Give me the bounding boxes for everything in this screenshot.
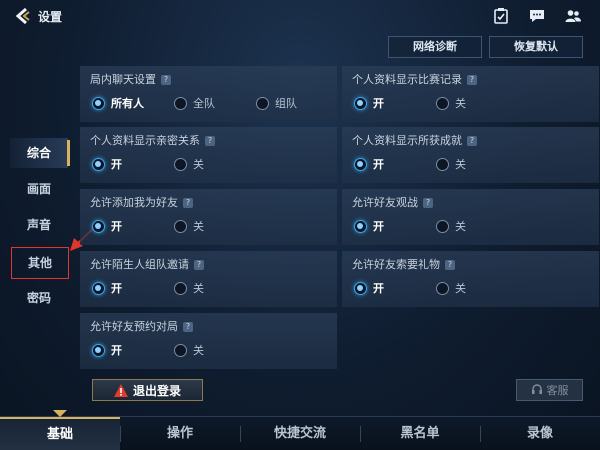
radio-on-icon: [354, 281, 367, 295]
tab-indicator-icon: [53, 410, 67, 417]
option-team[interactable]: 全队: [174, 95, 215, 111]
option-on[interactable]: 开: [354, 218, 384, 234]
radio-off-icon: [256, 96, 269, 110]
customer-service-button[interactable]: 客服: [516, 379, 583, 401]
option-everyone[interactable]: 所有人: [92, 95, 144, 111]
option-off[interactable]: 关: [436, 218, 466, 234]
radio-off-icon: [436, 219, 449, 233]
option-on[interactable]: 开: [92, 218, 122, 234]
option-on[interactable]: 开: [92, 280, 122, 296]
panel-title: 个人资料显示比赛记录: [352, 73, 462, 86]
panel-title: 允许陌生人组队邀请: [90, 258, 189, 271]
radio-on-icon: [92, 281, 105, 295]
sidebar-item-password[interactable]: 密码: [10, 283, 68, 313]
logout-button[interactable]: 退出登录: [92, 379, 203, 401]
panel-chat-settings: 局内聊天设置? 所有人 全队 组队: [80, 66, 337, 122]
restore-default-button[interactable]: 恢复默认: [489, 36, 583, 58]
panel-title: 允许好友索要礼物: [352, 258, 440, 271]
sidebar-item-sound[interactable]: 声音: [10, 210, 68, 240]
option-off[interactable]: 关: [436, 156, 466, 172]
help-icon[interactable]: ?: [205, 136, 215, 146]
panel-title: 个人资料显示所获成就: [352, 134, 462, 147]
page-title: 设置: [38, 10, 63, 24]
option-off[interactable]: 关: [174, 280, 204, 296]
panel-title: 局内聊天设置: [90, 73, 156, 86]
radio-off-icon: [174, 219, 187, 233]
panel-friend-gifts: 允许好友索要礼物? 开 关: [342, 251, 599, 307]
radio-on-icon: [354, 219, 367, 233]
radio-off-icon: [436, 96, 449, 110]
help-icon[interactable]: ?: [194, 260, 204, 270]
radio-on-icon: [92, 343, 105, 357]
panel-show-achievements: 个人资料显示所获成就? 开 关: [342, 127, 599, 183]
panel-show-intimacy: 个人资料显示亲密关系? 开 关: [80, 127, 337, 183]
option-off[interactable]: 关: [174, 342, 204, 358]
help-icon[interactable]: ?: [423, 198, 433, 208]
help-icon[interactable]: ?: [445, 260, 455, 270]
help-icon[interactable]: ?: [161, 75, 171, 85]
option-party[interactable]: 组队: [256, 95, 297, 111]
tab-blacklist[interactable]: 黑名单: [360, 417, 480, 450]
panel-friend-spectate: 允许好友观战? 开 关: [342, 189, 599, 245]
sidebar-item-graphics[interactable]: 画面: [10, 174, 68, 204]
panel-allow-add-friend: 允许添加我为好友? 开 关: [80, 189, 337, 245]
option-on[interactable]: 开: [92, 156, 122, 172]
sidebar-item-other[interactable]: 其他: [11, 247, 69, 279]
tab-controls[interactable]: 操作: [120, 417, 240, 450]
tab-quick-chat[interactable]: 快捷交流: [240, 417, 360, 450]
panel-stranger-invite: 允许陌生人组队邀请? 开 关: [80, 251, 337, 307]
chat-icon[interactable]: [528, 7, 546, 25]
panel-title: 允许好友观战: [352, 196, 418, 209]
option-on[interactable]: 开: [354, 280, 384, 296]
panel-friend-booking: 允许好友预约对局? 开 关: [80, 313, 337, 369]
radio-on-icon: [92, 96, 105, 110]
option-on[interactable]: 开: [354, 156, 384, 172]
radio-off-icon: [436, 281, 449, 295]
option-off[interactable]: 关: [436, 95, 466, 111]
radio-on-icon: [354, 157, 367, 171]
friends-icon[interactable]: [564, 7, 582, 25]
option-on[interactable]: 开: [92, 342, 122, 358]
tab-replays[interactable]: 录像: [480, 417, 600, 450]
tab-basic[interactable]: 基础: [0, 417, 120, 450]
panel-title: 允许好友预约对局: [90, 320, 178, 333]
help-icon[interactable]: ?: [467, 75, 477, 85]
radio-on-icon: [92, 219, 105, 233]
sidebar-item-general[interactable]: 综合: [10, 138, 70, 168]
bottom-tab-bar: 基础 操作 快捷交流 黑名单 录像: [0, 416, 600, 450]
radio-off-icon: [174, 343, 187, 357]
help-icon[interactable]: ?: [183, 198, 193, 208]
help-icon[interactable]: ?: [183, 322, 193, 332]
radio-off-icon: [174, 96, 187, 110]
headset-icon: [531, 384, 542, 394]
radio-on-icon: [92, 157, 105, 171]
radio-off-icon: [174, 157, 187, 171]
panel-show-match-record: 个人资料显示比赛记录? 开 关: [342, 66, 599, 122]
tasks-icon[interactable]: [492, 7, 510, 25]
radio-off-icon: [436, 157, 449, 171]
option-off[interactable]: 关: [174, 218, 204, 234]
radio-off-icon: [174, 281, 187, 295]
network-diagnosis-button[interactable]: 网络诊断: [388, 36, 482, 58]
top-bar: 设置: [0, 0, 600, 32]
panel-title: 个人资料显示亲密关系: [90, 134, 200, 147]
help-icon[interactable]: ?: [467, 136, 477, 146]
option-off[interactable]: 关: [436, 280, 466, 296]
option-off[interactable]: 关: [174, 156, 204, 172]
warning-icon: [113, 383, 128, 397]
panel-title: 允许添加我为好友: [90, 196, 178, 209]
radio-on-icon: [354, 96, 367, 110]
back-icon[interactable]: [14, 7, 32, 25]
option-on[interactable]: 开: [354, 95, 384, 111]
